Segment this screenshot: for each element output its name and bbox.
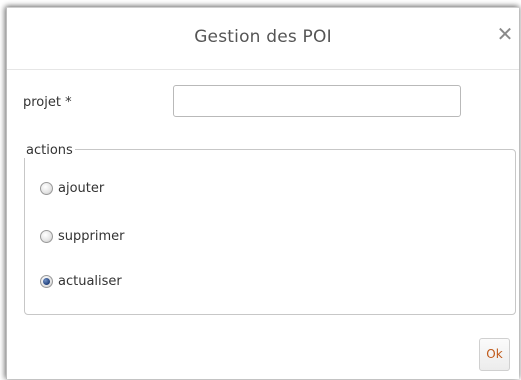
close-icon[interactable]: ✕: [495, 23, 515, 45]
radio-option-supprimer[interactable]: supprimer: [40, 227, 124, 245]
dialog-titlebar: Gestion des POI ✕: [7, 8, 519, 70]
poi-dialog: Gestion des POI ✕ projet * actions ajout…: [6, 7, 519, 379]
radio-button-supprimer[interactable]: [40, 229, 53, 243]
ok-button[interactable]: Ok: [479, 338, 510, 371]
radio-label-ajouter: ajouter: [58, 180, 105, 196]
radio-option-actualiser[interactable]: actualiser: [40, 272, 122, 290]
radio-button-actualiser[interactable]: [40, 274, 53, 288]
actions-legend: actions: [24, 143, 75, 158]
projet-label: projet *: [23, 95, 72, 110]
radio-label-actualiser: actualiser: [58, 273, 122, 289]
radio-label-supprimer: supprimer: [58, 228, 125, 244]
projet-input[interactable]: [173, 85, 461, 117]
dialog-title: Gestion des POI: [194, 27, 332, 47]
radio-option-ajouter[interactable]: ajouter: [40, 179, 104, 197]
radio-button-ajouter[interactable]: [40, 181, 53, 195]
